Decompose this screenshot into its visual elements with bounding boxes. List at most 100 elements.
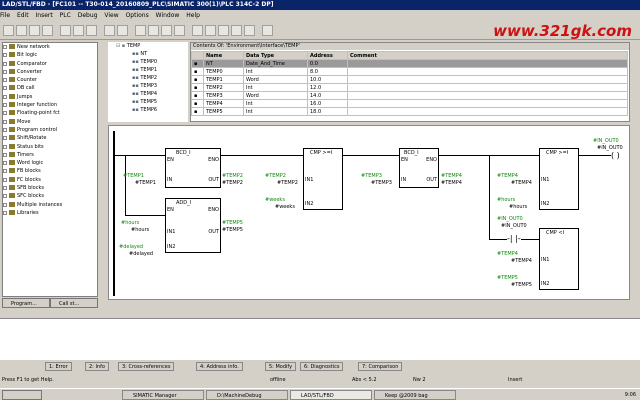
stl-icon[interactable] bbox=[161, 25, 172, 36]
menu-window[interactable]: Window bbox=[156, 12, 180, 19]
interface-item[interactable]: ▪▪ TEMP0 bbox=[108, 58, 188, 66]
col-data-type[interactable]: Data Type bbox=[243, 51, 308, 60]
compare-block-3[interactable]: CMP <I IN1 IN2 bbox=[539, 228, 579, 290]
new-icon[interactable] bbox=[3, 25, 14, 36]
start-button[interactable] bbox=[2, 390, 42, 400]
tree-item[interactable]: SFB blocks bbox=[3, 184, 97, 192]
interface-root[interactable]: ⊟ ▪ TEMP bbox=[108, 42, 188, 50]
expand-icon[interactable] bbox=[3, 103, 7, 108]
expand-icon[interactable] bbox=[3, 177, 7, 182]
tree-item[interactable]: Shift/Rotate bbox=[3, 134, 97, 142]
expand-icon[interactable] bbox=[3, 169, 7, 174]
menu-edit[interactable]: Edit bbox=[17, 12, 29, 19]
tree-item[interactable]: FB blocks bbox=[3, 167, 97, 175]
fbd-icon[interactable] bbox=[174, 25, 185, 36]
expand-icon[interactable] bbox=[3, 127, 7, 132]
bcd1-out-var[interactable]: #TEMP2 bbox=[222, 180, 243, 186]
table-row[interactable]: ▪ TEMP1 Word 10.0 bbox=[191, 75, 628, 84]
table-row[interactable]: ▪ TEMP2 Int 12.0 bbox=[191, 83, 628, 92]
menu-options[interactable]: Options bbox=[126, 12, 149, 19]
tree-item[interactable]: Move bbox=[3, 118, 97, 126]
tab-error[interactable]: 1: Error bbox=[45, 362, 72, 371]
expand-icon[interactable] bbox=[3, 111, 7, 116]
expand-icon[interactable] bbox=[3, 202, 7, 207]
expand-icon[interactable] bbox=[3, 61, 7, 66]
expand-icon[interactable] bbox=[3, 119, 7, 124]
tab-info[interactable]: 2: Info bbox=[85, 362, 109, 371]
tree-item[interactable]: Converter bbox=[3, 68, 97, 76]
tree-item[interactable]: FC blocks bbox=[3, 176, 97, 184]
copy-icon[interactable] bbox=[73, 25, 84, 36]
cmp1-in2-var[interactable]: #weeks bbox=[275, 204, 295, 210]
expand-icon[interactable] bbox=[3, 69, 7, 74]
help-icon[interactable] bbox=[262, 25, 273, 36]
tree-item[interactable]: Counter bbox=[3, 76, 97, 84]
expand-icon[interactable] bbox=[3, 78, 7, 83]
branch-open-icon[interactable] bbox=[231, 25, 242, 36]
table-row[interactable]: ▪ TEMP0 Int 8.0 bbox=[191, 67, 628, 76]
menu-plc[interactable]: PLC bbox=[60, 12, 71, 19]
cmp2-in2-var[interactable]: #hours bbox=[509, 204, 527, 210]
task-lad-stl-fbd[interactable]: LAD/STL/FBD bbox=[290, 390, 372, 400]
tree-item[interactable]: Status bits bbox=[3, 143, 97, 151]
expand-icon[interactable] bbox=[3, 152, 7, 157]
cmp2-in1-var[interactable]: #TEMP4 bbox=[511, 180, 532, 186]
tree-item[interactable]: Program control bbox=[3, 126, 97, 134]
menu-file[interactable]: File bbox=[0, 12, 10, 19]
tree-item[interactable]: Timers bbox=[3, 151, 97, 159]
bcd2-in-var[interactable]: #TEMP3 bbox=[371, 180, 392, 186]
branch-close-icon[interactable] bbox=[244, 25, 255, 36]
tree-item[interactable]: Jumps bbox=[3, 93, 97, 101]
table-row[interactable]: ▪ TEMP4 Int 16.0 bbox=[191, 99, 628, 108]
bcd-block-2[interactable]: BCD_I EN ENO IN OUT bbox=[399, 148, 439, 188]
tree-item[interactable]: New network bbox=[3, 43, 97, 51]
contact-var[interactable]: #IN_OUT0 bbox=[501, 223, 527, 229]
coil-icon[interactable] bbox=[218, 25, 229, 36]
tree-item[interactable]: Bit logic bbox=[3, 51, 97, 59]
expand-icon[interactable] bbox=[3, 86, 7, 91]
tree-item[interactable]: Integer function bbox=[3, 101, 97, 109]
expand-icon[interactable] bbox=[3, 144, 7, 149]
add-out-var[interactable]: #TEMP5 bbox=[222, 227, 243, 233]
download-icon[interactable] bbox=[104, 25, 115, 36]
tree-item[interactable]: Floating-point fct bbox=[3, 109, 97, 117]
tree-item[interactable]: Comparator bbox=[3, 60, 97, 68]
compare-block-1[interactable]: CMP >=I IN1 IN2 bbox=[303, 148, 343, 210]
menu-help[interactable]: Help bbox=[186, 12, 200, 19]
expand-icon[interactable] bbox=[3, 194, 7, 199]
tree-item[interactable]: DB call bbox=[3, 84, 97, 92]
tab-address-info[interactable]: 4: Address info. bbox=[196, 362, 243, 371]
tab-program[interactable]: Program... bbox=[2, 298, 50, 308]
interface-item[interactable]: ▪▪ NT bbox=[108, 50, 188, 58]
tab-diagnostics[interactable]: 6: Diagnostics bbox=[300, 362, 344, 371]
expand-icon[interactable] bbox=[3, 161, 7, 166]
bcd2-out-var[interactable]: #TEMP4 bbox=[441, 180, 462, 186]
tab-comparison[interactable]: 7: Comparison bbox=[358, 362, 403, 371]
tree-item[interactable]: Libraries bbox=[3, 209, 97, 217]
paste-icon[interactable] bbox=[86, 25, 97, 36]
add-in2-var[interactable]: #delayed bbox=[129, 251, 153, 257]
col-address[interactable]: Address bbox=[307, 51, 348, 60]
cmp3-in2-var[interactable]: #TEMP5 bbox=[511, 282, 532, 288]
ladder-icon[interactable] bbox=[148, 25, 159, 36]
tree-item[interactable]: SFC blocks bbox=[3, 192, 97, 200]
contact-no-icon[interactable] bbox=[192, 25, 203, 36]
task-simatic-manager[interactable]: SIMATIC Manager bbox=[122, 390, 204, 400]
interface-item[interactable]: ▪▪ TEMP4 bbox=[108, 90, 188, 98]
expand-icon[interactable] bbox=[3, 136, 7, 141]
expand-icon[interactable] bbox=[3, 53, 7, 58]
ladder-editor[interactable]: BCD_I EN ENO IN OUT #TEMP1 #TEMP1 #TEMP2… bbox=[108, 125, 630, 300]
col-name[interactable]: Name bbox=[203, 51, 244, 60]
cut-icon[interactable] bbox=[60, 25, 71, 36]
contact-icon[interactable]: -| |- bbox=[507, 234, 521, 243]
menu-debug[interactable]: Debug bbox=[78, 12, 98, 19]
interface-item[interactable]: ▪▪ TEMP3 bbox=[108, 82, 188, 90]
interface-item[interactable]: ▪▪ TEMP5 bbox=[108, 98, 188, 106]
monitor-icon[interactable] bbox=[135, 25, 146, 36]
print-icon[interactable] bbox=[42, 25, 53, 36]
task-keep-bag[interactable]: Keep @2009 bag bbox=[374, 390, 456, 400]
expand-icon[interactable] bbox=[3, 210, 7, 215]
tree-item[interactable]: Word logic bbox=[3, 159, 97, 167]
tree-item[interactable]: Multiple instances bbox=[3, 201, 97, 209]
interface-item[interactable]: ▪▪ TEMP2 bbox=[108, 74, 188, 82]
